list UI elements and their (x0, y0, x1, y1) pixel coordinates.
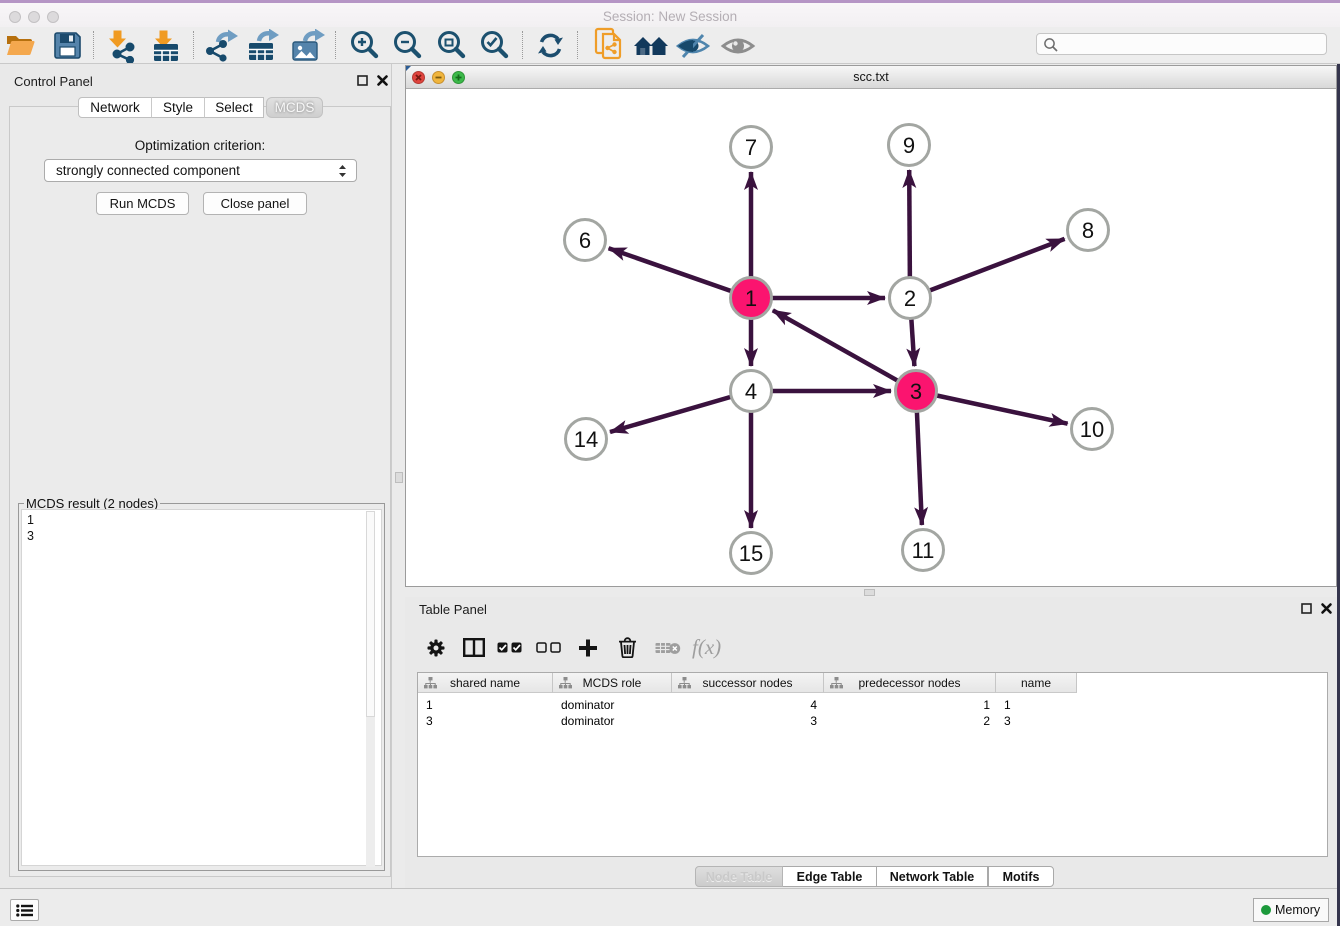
svg-text:4: 4 (745, 379, 757, 404)
svg-text:14: 14 (574, 427, 598, 452)
svg-text:2: 2 (904, 286, 916, 311)
svg-text:9: 9 (903, 133, 915, 158)
svg-text:10: 10 (1080, 417, 1104, 442)
svg-text:7: 7 (745, 135, 757, 160)
svg-text:15: 15 (739, 541, 763, 566)
svg-text:8: 8 (1082, 218, 1094, 243)
svg-text:1: 1 (745, 286, 757, 311)
svg-text:3: 3 (910, 379, 922, 404)
svg-text:6: 6 (579, 228, 591, 253)
svg-text:11: 11 (912, 538, 935, 563)
